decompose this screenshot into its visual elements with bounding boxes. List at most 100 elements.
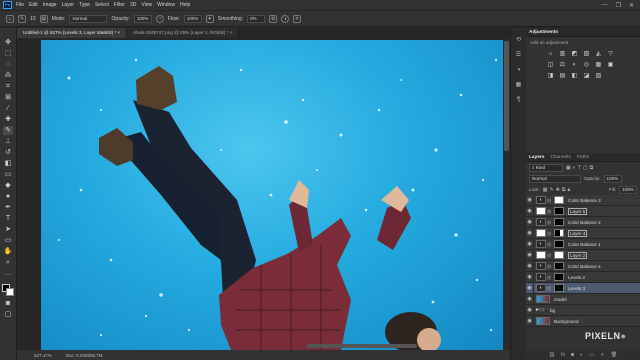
gradient-fill-icon[interactable]: ▧ [594,72,603,80]
brush-size-value[interactable]: 10 [30,16,36,22]
close-tab-icon[interactable]: × [230,30,233,35]
layer-row[interactable]: ◉ ⛓ Layer 5 [526,205,640,217]
color-balance-icon[interactable]: ⚖ [558,61,567,69]
mask-link-icon[interactable]: ⛓ [546,220,552,225]
lock-transparency-icon[interactable]: ▦ [543,187,548,193]
symmetry-icon[interactable]: ⟡ [293,14,302,23]
layer-mask-thumbnail[interactable] [554,207,564,215]
swatches-panel-icon[interactable]: ▦ [514,81,523,90]
flow-field[interactable]: 100% [183,14,202,23]
adjustment-thumb-icon[interactable]: ◐ [536,218,546,226]
hand-tool-icon[interactable]: ✋ [3,247,13,256]
layer-mask-thumbnail[interactable] [554,196,564,204]
tab-layers[interactable]: Layers [529,155,544,160]
home-icon[interactable]: ⌂ [6,14,14,23]
visibility-toggle[interactable]: ◉ [526,216,534,228]
layer-opacity-field[interactable]: 100% [603,174,622,183]
horizontal-scroll-thumb[interactable] [307,344,417,348]
history-brush-tool-icon[interactable]: ↺ [3,148,13,157]
quick-select-tool-icon[interactable]: ⁂ [3,71,13,80]
visibility-toggle[interactable]: ◉ [526,227,534,239]
more-tools-icon[interactable]: … [3,269,13,278]
history-icon[interactable]: ⟲ [514,36,523,45]
layer-thumbnail[interactable] [536,317,550,325]
zoom-tool-icon[interactable]: ⌕ [3,258,13,267]
mask-link-icon[interactable]: ⛓ [546,231,552,236]
smoothing-field[interactable]: 0% [247,14,266,23]
menu-help[interactable]: Help [180,2,190,8]
exposure-icon[interactable]: ▨ [582,50,591,58]
properties-icon[interactable]: ☰ [514,51,523,60]
brush-preset-icon[interactable]: ✎ [18,14,26,23]
minimize-icon[interactable]: — [602,2,608,9]
eraser-tool-icon[interactable]: ◧ [3,159,13,168]
lock-all-icon[interactable]: 🔒︎ [567,187,570,193]
adjustment-thumb-icon[interactable]: ◐ [536,240,546,248]
layer-mask-thumbnail[interactable] [554,218,564,226]
layer-mask-thumbnail[interactable] [554,240,564,248]
layer-row[interactable]: ◉ ◐ ⛓ Levels 2 [526,271,640,283]
layer-mask-thumbnail[interactable] [554,251,564,259]
menu-view[interactable]: View [141,2,152,8]
menu-layer[interactable]: Layer [62,2,75,8]
blur-tool-icon[interactable]: ◆ [3,181,13,190]
adjustment-thumb-icon[interactable]: ◐ [536,273,546,281]
lasso-tool-icon[interactable]: ◌ [3,60,13,69]
visibility-toggle[interactable]: ◉ [526,271,534,283]
layer-mask-thumbnail[interactable] [554,273,564,281]
layer-row[interactable]: ◉ ◐ ⛓ Color Balance 3 [526,194,640,206]
adjustment-thumb-icon[interactable]: ◐ [536,284,546,292]
layer-row[interactable]: ◉ ◐ ⛓ Color Balance 2 [526,216,640,228]
adjustment-thumb-icon[interactable]: ◐ [536,262,546,270]
clone-stamp-tool-icon[interactable]: ⊥ [3,137,13,146]
black-white-icon[interactable]: ◐ [570,61,579,69]
fill-field[interactable]: 100% [619,185,637,194]
paragraph-icon[interactable]: ¶ [514,96,523,105]
screen-mode-icon[interactable]: ▢ [3,310,13,319]
color-panel-icon[interactable]: ◑ [514,66,523,75]
tab-paths[interactable]: Paths [577,155,589,160]
brightness-icon[interactable]: ☼ [546,50,555,58]
channel-mixer-icon[interactable]: ▦ [594,61,603,69]
visibility-toggle[interactable]: ◉ [526,304,534,316]
document-canvas[interactable] [41,40,503,350]
mask-link-icon[interactable]: ⛓ [546,275,552,280]
path-select-tool-icon[interactable]: ➤ [3,225,13,234]
new-layer-icon[interactable]: ＋ [600,350,605,360]
document-size[interactable]: Doc: 5.93M/65.7M [66,353,103,358]
pressure-size-icon[interactable]: ◑ [281,14,290,23]
menu-select[interactable]: Select [95,2,109,8]
zoom-level[interactable]: 627.47% [34,353,52,358]
mask-link-icon[interactable]: ⛓ [546,286,552,291]
type-tool-icon[interactable]: T [3,214,13,223]
posterize-icon[interactable]: ▤ [558,72,567,80]
tab-adjustments[interactable]: Adjustments [529,30,558,35]
color-swatches[interactable] [1,283,15,297]
menu-type[interactable]: Type [79,2,90,8]
eyedropper-tool-icon[interactable]: ⁄ [3,104,13,113]
selective-color-icon[interactable]: ◪ [582,72,591,80]
visibility-toggle[interactable]: ◉ [526,315,534,327]
visibility-toggle[interactable]: ◉ [526,260,534,272]
tab-channels[interactable]: Channels [550,155,570,160]
tab-shark[interactable]: shark-3349747.png @ 25% (Layer 1, RGB/8)… [127,28,240,38]
layer-thumbnail[interactable] [536,251,546,259]
vertical-scrollbar[interactable] [503,38,510,350]
mask-link-icon[interactable]: ⛓ [546,264,552,269]
airbrush-icon[interactable]: ✦ [205,14,214,23]
opacity-field[interactable]: 100% [133,14,152,23]
shape-tool-icon[interactable]: ▭ [3,236,13,245]
layer-row[interactable]: ◉ ⛓ Layer 2 [526,249,640,261]
layer-thumbnail[interactable] [536,229,546,237]
layer-style-icon[interactable]: fx [561,350,565,360]
menu-filter[interactable]: Filter [114,2,125,8]
dodge-tool-icon[interactable]: ● [3,192,13,201]
lock-pixels-icon[interactable]: ✎ [550,187,554,193]
move-tool-icon[interactable]: ✥ [3,38,13,47]
menu-file[interactable]: File [16,2,24,8]
gradient-map-icon[interactable]: ▽ [606,50,615,58]
layer-row[interactable]: ◉ ◐ ⛓ Color Balance 4 [526,260,640,272]
close-window-icon[interactable]: ✕ [629,2,634,9]
visibility-toggle[interactable]: ◉ [526,293,534,305]
layer-row[interactable]: ◉ ◐ ⛓ Color Balance 1 [526,238,640,250]
